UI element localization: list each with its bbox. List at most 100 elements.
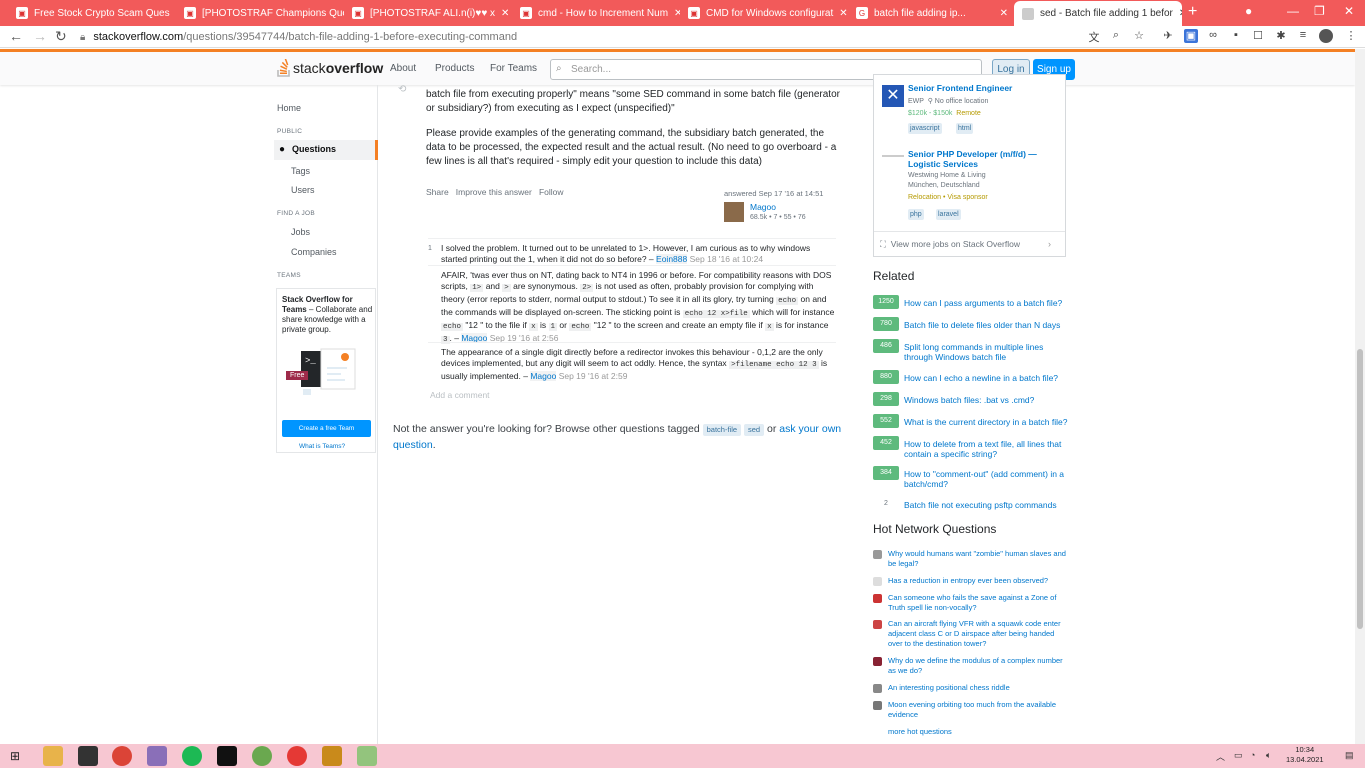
related-question[interactable]: 452 How to delete from a text file, all l… [873,436,1068,459]
profile-avatar-icon[interactable] [1319,29,1333,43]
related-question[interactable]: 298 Windows batch files: .bat vs .cmd? [873,392,1068,406]
hot-question[interactable]: Why would humans want "zombie" human sla… [873,549,1068,569]
more-hot-questions-link[interactable]: more hot questions [873,727,1068,737]
close-tab-icon[interactable]: ✕ [1173,8,1182,19]
file-explorer-icon[interactable] [43,746,63,766]
sidebar-item-questions[interactable]: ● Questions [274,140,378,160]
scrollbar-thumb[interactable] [1357,349,1363,629]
windows-start-icon[interactable]: ⊞ [10,749,20,763]
sublime-icon[interactable] [322,746,342,766]
related-question[interactable]: 552 What is the current directory in a ba… [873,414,1068,428]
close-tab-icon[interactable]: ✕ [833,8,847,19]
notifications-icon[interactable]: ▤ [1345,750,1354,761]
job-tag[interactable]: html [956,123,974,134]
hot-question[interactable]: Moon evening orbiting too much from the … [873,700,1068,720]
browser-tab-1[interactable]: ▣Free Stock Crypto Scam Ques✕ [8,0,176,26]
related-question[interactable]: 486 Split long commands in multiple lines… [873,339,1068,362]
browser-tab-3[interactable]: ▣ [PHOTOSTRAF ALI.n(i)♥♥ x ✕ [344,0,512,26]
nav-products[interactable]: Products [435,63,474,74]
extension-icon-4[interactable]: ▪ [1229,29,1243,43]
app-icon-7[interactable] [252,746,272,766]
job-tag[interactable]: laravel [936,209,961,220]
close-window-icon[interactable]: ✕ [1344,4,1354,18]
close-tab-icon[interactable]: ✕ [495,8,509,19]
app-icon-4[interactable] [147,746,167,766]
media-icon[interactable]: ● [1245,4,1252,18]
comment-time[interactable]: Sep 19 '16 at 2:59 [559,371,628,381]
tag-sed[interactable]: sed [743,424,765,436]
hot-question[interactable]: Has a reduction in entropy ever been obs… [873,576,1068,586]
browser-tab-4[interactable]: ▣ cmd - How to Increment Num ✕ [512,0,680,26]
close-tab-icon[interactable]: ✕ [994,8,1008,19]
battery-icon[interactable]: ▭ [1234,750,1243,761]
so-logo[interactable]: stack overflow [277,59,383,77]
notepad-icon[interactable] [357,746,377,766]
hot-question[interactable]: Can someone who fails the save against a… [873,593,1068,613]
tag-batch-file[interactable]: batch-file [702,424,742,436]
job-tag[interactable]: php [908,209,924,220]
browser-tab-active[interactable]: sed - Batch file adding 1 befor✕ [1014,1,1182,26]
avatar[interactable] [724,202,744,222]
related-question[interactable]: 384 How to "comment-out" (add comment) in… [873,466,1068,489]
maximize-icon[interactable]: ❐ [1314,4,1325,18]
job-tag[interactable]: javascript [908,123,942,134]
job-title[interactable]: Senior Frontend Engineer [908,83,1058,93]
hot-question[interactable]: An interesting positional chess riddle [873,683,1068,693]
sidebar-item-tags[interactable]: Tags [291,166,310,176]
nav-for-teams[interactable]: For Teams [490,63,537,74]
close-tab-icon[interactable]: ✕ [668,8,680,19]
reload-icon[interactable]: ↻ [55,28,67,45]
job-title[interactable]: Senior PHP Developer (m/f/d) — Logistic … [908,149,1058,169]
related-question[interactable]: 2 Batch file not executing psftp commands [873,497,1068,511]
create-team-button[interactable]: Create a free Team [282,420,371,437]
volume-icon[interactable]: 🔈︎ [1266,750,1271,761]
browser-menu-icon[interactable]: ⋮ [1344,29,1358,43]
new-tab-icon[interactable]: + [1188,3,1197,21]
hot-question[interactable]: Why do we define the modulus of a comple… [873,656,1068,676]
minimize-icon[interactable]: — [1287,4,1299,18]
follow-link[interactable]: Follow [539,187,564,197]
view-more-jobs-link[interactable]: ⛶ View more jobs on Stack Overflow [880,239,1020,250]
reading-list-icon[interactable]: ≡ [1296,29,1310,43]
sidebar-item-jobs[interactable]: Jobs [291,227,310,237]
share-link[interactable]: Share [426,187,449,197]
browser-tab-2[interactable]: ▣[PHOTOSTRAF Champions Quest✕ [176,0,344,26]
what-is-teams-link[interactable]: What is Teams? [299,443,345,450]
tray-chevron-icon[interactable]: ︿ [1216,750,1225,763]
sidebar-item-home[interactable]: Home [277,103,301,113]
browser-tab-6[interactable]: Gbatch file adding ip... ✕ [848,0,1016,26]
related-question[interactable]: 880 How can I echo a newline in a batch f… [873,370,1068,384]
zoom-icon[interactable]: ⌕ [1109,29,1123,43]
page-scrollbar[interactable] [1355,49,1365,744]
extension-icon-3[interactable]: ∞ [1206,29,1220,43]
chrome-icon[interactable] [112,746,132,766]
related-question[interactable]: 1250 How can I pass arguments to a batch … [873,295,1068,309]
comment-user-link[interactable]: Magoo [530,371,557,381]
bookmark-star-icon[interactable]: ☆ [1132,29,1146,43]
terminal-icon[interactable] [78,746,98,766]
back-icon[interactable]: ← [9,28,23,44]
improve-answer-link[interactable]: Improve this answer [456,187,532,197]
user-name-link[interactable]: Magoo [750,202,776,212]
history-icon[interactable]: ⟲ [398,84,406,95]
sidebar-item-companies[interactable]: Companies [291,247,337,257]
extension-icon-2[interactable]: ▣ [1184,29,1198,43]
extension-icon-5[interactable]: ☐ [1251,29,1265,43]
hot-question[interactable]: Can an aircraft flying VFR with a squawk… [873,619,1068,649]
sidebar-item-users[interactable]: Users [291,185,315,195]
comment-time[interactable]: Sep 18 '16 at 10:24 [690,254,763,264]
comment-user-link[interactable]: Eoin888 [656,254,688,264]
nav-about[interactable]: About [390,63,416,74]
spotify-icon[interactable] [182,746,202,766]
add-comment-link[interactable]: Add a comment [430,390,490,400]
forward-icon[interactable]: → [33,28,47,44]
cmd-icon[interactable] [217,746,237,766]
app-icon-8[interactable] [287,746,307,766]
network-icon[interactable]: ◔ [1250,750,1255,760]
taskbar-clock[interactable]: 10:34 13.04.2021 [1286,745,1324,765]
url-field[interactable]: 🔒︎ stackoverflow.com/questions/39547744/… [80,29,1080,45]
extension-icon-1[interactable]: ✈ [1161,29,1175,43]
extensions-puzzle-icon[interactable]: ✱ [1274,29,1288,43]
related-question[interactable]: 780 Batch file to delete files older than… [873,317,1068,331]
translate-icon[interactable]: 文 [1087,29,1101,44]
